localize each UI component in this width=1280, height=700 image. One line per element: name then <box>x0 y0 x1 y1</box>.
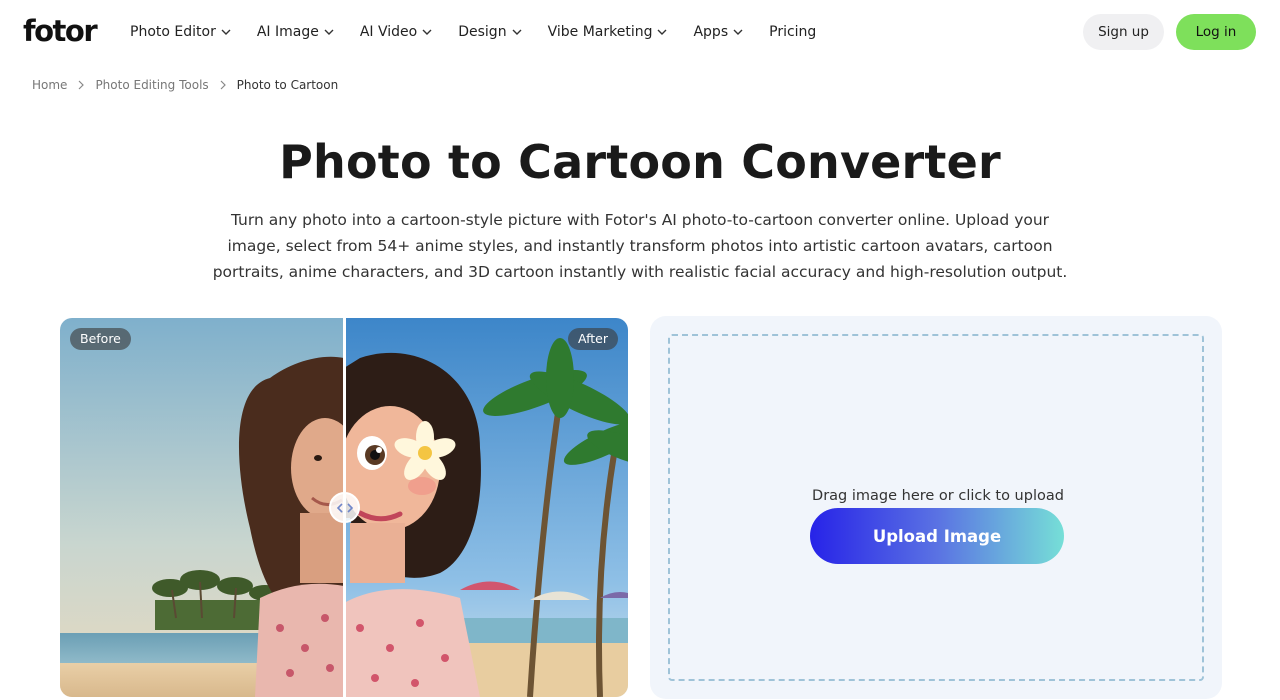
chevron-down-icon <box>657 29 667 35</box>
nav-label: Pricing <box>769 24 817 40</box>
login-button[interactable]: Log in <box>1176 14 1256 50</box>
nav-ai-video[interactable]: AI Video <box>360 24 432 40</box>
after-label: After <box>567 328 618 350</box>
subtitle-line: portraits, anime characters, and 3D cart… <box>212 263 1068 281</box>
breadcrumb-current: Photo to Cartoon <box>236 78 339 92</box>
compare-slider-handle[interactable] <box>329 492 360 523</box>
nav-ai-image[interactable]: AI Image <box>257 24 334 40</box>
nav-label: Photo Editor <box>130 24 216 40</box>
nav-label: Apps <box>693 24 729 40</box>
nav-design[interactable]: Design <box>458 24 522 40</box>
nav-label: AI Video <box>359 24 418 40</box>
breadcrumb-photo-editing-tools[interactable]: Photo Editing Tools <box>95 78 208 92</box>
main-nav: Photo Editor AI Image AI Video Design Vi… <box>130 20 842 44</box>
left-right-arrows-icon <box>336 502 353 513</box>
chevron-down-icon <box>422 29 432 35</box>
breadcrumb-home[interactable]: Home <box>32 78 67 92</box>
chevron-right-icon <box>79 80 85 90</box>
nav-label: Design <box>458 24 507 40</box>
page-subtitle: Turn any photo into a cartoon-style pict… <box>190 207 1090 285</box>
nav-apps[interactable]: Apps <box>693 24 743 40</box>
upload-dropzone[interactable]: Drag image here or click to upload Uploa… <box>668 334 1204 681</box>
before-after-compare[interactable]: Before After <box>60 318 628 697</box>
before-label: Before <box>70 328 131 350</box>
upload-image-button[interactable]: Upload Image <box>810 508 1064 564</box>
page-title: Photo to Cartoon Converter <box>279 135 1001 189</box>
fotor-logo[interactable]: fotor <box>23 14 98 48</box>
breadcrumb: Home Photo Editing Tools Photo to Cartoo… <box>32 76 338 94</box>
chevron-down-icon <box>221 29 231 35</box>
subtitle-line: image, select from 54+ anime styles, and… <box>227 237 1053 255</box>
before-photo <box>60 318 344 697</box>
upload-panel: Drag image here or click to upload Uploa… <box>650 316 1222 699</box>
signup-button[interactable]: Sign up <box>1083 14 1164 50</box>
nav-photo-editor[interactable]: Photo Editor <box>130 24 231 40</box>
dropzone-hint: Drag image here or click to upload <box>812 488 1064 504</box>
nav-pricing[interactable]: Pricing <box>769 24 816 40</box>
nav-vibe-marketing[interactable]: Vibe Marketing <box>548 24 668 40</box>
chevron-down-icon <box>733 29 743 35</box>
chevron-down-icon <box>512 29 522 35</box>
site-header: fotor Photo Editor AI Image AI Video Des… <box>0 0 1280 64</box>
nav-label: AI Image <box>256 24 319 40</box>
chevron-down-icon <box>324 29 334 35</box>
nav-label: Vibe Marketing <box>547 24 653 40</box>
after-cartoon <box>344 318 628 697</box>
chevron-right-icon <box>220 80 226 90</box>
subtitle-line: Turn any photo into a cartoon-style pict… <box>230 211 1050 229</box>
